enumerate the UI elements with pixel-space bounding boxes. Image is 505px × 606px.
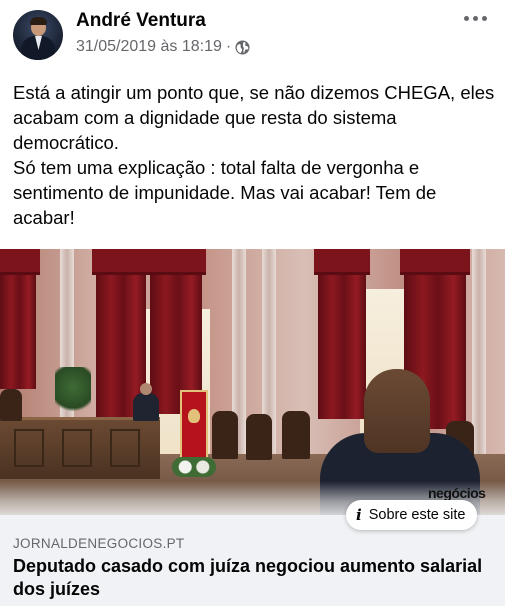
post-paragraph: Só tem uma explicação : total falta de v… xyxy=(13,157,437,228)
link-domain[interactable]: JORNALDENEGOCIOS.PT xyxy=(13,536,184,551)
coat-of-arms-icon xyxy=(188,409,200,423)
info-icon: i xyxy=(356,506,362,524)
seated-person xyxy=(133,383,159,421)
chair xyxy=(246,414,272,460)
post-timestamp[interactable]: 31/05/2019 às 18:19 xyxy=(76,38,222,56)
link-headline[interactable]: Deputado casado com juíza negociou aumen… xyxy=(13,555,483,601)
chair xyxy=(282,411,310,459)
image-watermark: negócios xyxy=(428,485,486,501)
chair xyxy=(212,411,238,459)
post-text: Está a atingir um ponto que, se não dize… xyxy=(13,80,498,230)
globe-icon[interactable] xyxy=(235,39,250,55)
post-meta: 31/05/2019 às 18:19 · xyxy=(76,38,250,56)
plant xyxy=(55,367,91,417)
meta-separator: · xyxy=(225,38,232,55)
lectern xyxy=(180,390,208,462)
more-options-icon[interactable] xyxy=(458,6,492,30)
author-name[interactable]: André Ventura xyxy=(76,10,206,32)
chair xyxy=(0,389,22,421)
about-site-button[interactable]: i Sobre este site xyxy=(346,500,478,530)
link-preview-image[interactable]: negócios xyxy=(0,249,505,515)
author-avatar[interactable] xyxy=(13,10,63,60)
post-header: André Ventura 31/05/2019 às 18:19 · xyxy=(0,0,505,72)
post-paragraph: Está a atingir um ponto que, se não dize… xyxy=(13,82,495,153)
flowers xyxy=(172,457,216,477)
about-site-label: Sobre este site xyxy=(368,507,466,523)
